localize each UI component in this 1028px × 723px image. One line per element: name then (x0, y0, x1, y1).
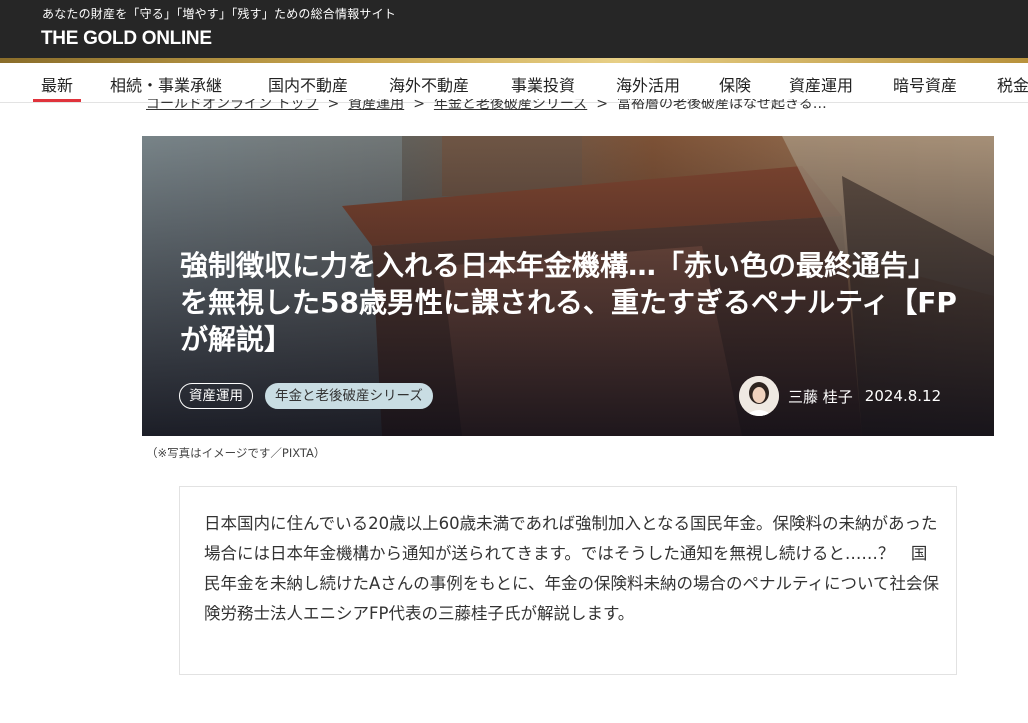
author-name[interactable]: 三藤 桂子 (788, 386, 853, 407)
breadcrumb-link-asset-management[interactable]: 資産運用 (348, 99, 404, 112)
nav-item-overseas-use[interactable]: 海外活用 (616, 72, 680, 96)
nav-item-latest[interactable]: 最新 (32, 72, 82, 102)
tag-asset-management[interactable]: 資産運用 (179, 383, 253, 409)
tag-pension-series[interactable]: 年金と老後破産シリーズ (265, 383, 433, 409)
nav-item-business-investment[interactable]: 事業投資 (511, 72, 575, 96)
breadcrumb-separator: > (596, 99, 608, 112)
breadcrumb-link-series[interactable]: 年金と老後破産シリーズ (434, 99, 587, 112)
nav-item-insurance[interactable]: 保険 (719, 72, 751, 96)
author-avatar[interactable] (739, 376, 779, 416)
nav-item-overseas-realestate[interactable]: 海外不動産 (389, 72, 469, 96)
breadcrumb-separator: > (413, 99, 425, 112)
category-nav: 最新 相続・事業承継 国内不動産 海外不動産 事業投資 海外活用 保険 資産運用… (0, 63, 1028, 103)
nav-item-crypto[interactable]: 暗号資産 (893, 72, 957, 96)
nav-item-inheritance[interactable]: 相続・事業承継 (110, 72, 222, 96)
nav-item-tax[interactable]: 税金 (997, 72, 1028, 96)
article-tags: 資産運用 年金と老後破産シリーズ (179, 383, 433, 409)
article-lead-text: 日本国内に住んでいる20歳以上60歳未満であれば強制加入となる国民年金。保険料の… (204, 514, 939, 623)
publish-date: 2024.8.12 (864, 387, 942, 405)
image-caption: （※写真はイメージです／PIXTA） (146, 446, 326, 460)
breadcrumb-link-top[interactable]: ゴールドオンライン トップ (146, 99, 318, 112)
article-title: 強制徴収に力を入れる日本年金機構…「赤い色の最終通告」を無視した58歳男性に課さ… (180, 249, 957, 356)
article-lead-box: 日本国内に住んでいる20歳以上60歳未満であれば強制加入となる国民年金。保険料の… (179, 486, 957, 675)
breadcrumb-current: 富裕層の老後破産はなぜ起きる… (616, 99, 827, 112)
article-hero: 強制徴収に力を入れる日本年金機構…「赤い色の最終通告」を無視した58歳男性に課さ… (142, 136, 994, 436)
nav-item-domestic-realestate[interactable]: 国内不動産 (268, 72, 348, 96)
breadcrumb-separator: > (327, 99, 340, 112)
nav-item-asset-management[interactable]: 資産運用 (789, 72, 853, 96)
site-header: あなたの財産を「守る」「増やす」「残す」ための総合情報サイト THE GOLD … (0, 0, 1028, 58)
site-logo[interactable]: THE GOLD ONLINE (41, 28, 212, 50)
author-block: 三藤 桂子 2024.8.12 (739, 376, 941, 416)
site-tagline: あなたの財産を「守る」「増やす」「残す」ための総合情報サイト (42, 7, 397, 21)
breadcrumb: ゴールドオンライン トップ > 資産運用 > 年金と老後破産シリーズ > 富裕層の老後破産は… (146, 99, 976, 121)
